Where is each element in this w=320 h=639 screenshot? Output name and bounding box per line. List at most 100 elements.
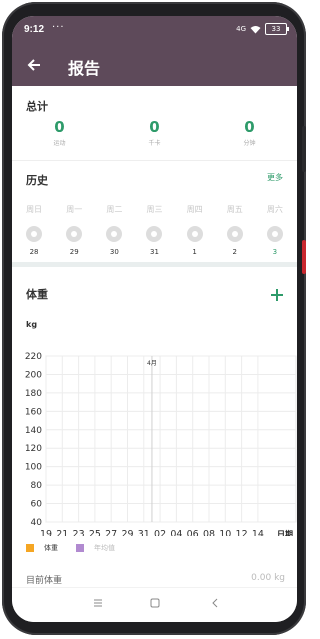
weekday-label: 周二 bbox=[106, 205, 123, 214]
power-button bbox=[302, 240, 306, 274]
weight-title: 体重 bbox=[26, 288, 48, 301]
plus-icon bbox=[271, 289, 283, 301]
wifi-icon bbox=[250, 25, 261, 33]
status-icons: 4G 33 bbox=[236, 23, 289, 35]
history-day[interactable]: 周五 2 bbox=[217, 204, 253, 256]
weekday-label: 周一 bbox=[66, 205, 83, 214]
x-tick-label: 02 bbox=[154, 529, 166, 536]
plot-area bbox=[45, 355, 297, 523]
date-label: 29 bbox=[69, 248, 79, 256]
day-ring-icon bbox=[146, 226, 163, 242]
totals-row: 0 运动 0 千卡 0 分钟 bbox=[12, 118, 297, 147]
arrow-left-icon bbox=[27, 59, 40, 71]
add-weight-button[interactable] bbox=[271, 284, 283, 304]
legend-swatch-weight bbox=[26, 544, 34, 552]
x-tick-label: 21 bbox=[56, 529, 68, 536]
triangle-back-icon bbox=[212, 598, 218, 608]
status-bar: 9:12 ··· 4G 33 bbox=[12, 16, 297, 44]
nav-menu-button[interactable] bbox=[90, 596, 106, 612]
day-ring-icon bbox=[106, 226, 123, 242]
weekday-label: 周四 bbox=[186, 205, 203, 214]
day-ring-icon bbox=[266, 226, 283, 242]
history-title: 历史 bbox=[26, 174, 48, 187]
more-link[interactable]: 更多 bbox=[267, 172, 283, 183]
x-tick-label: 31 bbox=[138, 529, 150, 536]
date-label: 2 bbox=[232, 248, 237, 256]
legend-label-weight: 体重 bbox=[44, 544, 58, 552]
x-tick-label: 12 bbox=[236, 529, 248, 536]
total-kcal: 0 千卡 bbox=[107, 118, 202, 147]
total-minutes: 0 分钟 bbox=[202, 118, 297, 147]
x-tick-label: 14 bbox=[252, 529, 264, 536]
history-day[interactable]: 周四 1 bbox=[177, 204, 213, 256]
x-tick-label: 08 bbox=[203, 529, 215, 536]
nav-home-button[interactable] bbox=[147, 596, 163, 612]
date-label: 28 bbox=[29, 248, 39, 256]
date-label: 1 bbox=[192, 248, 197, 256]
day-ring-icon bbox=[186, 226, 203, 242]
weight-unit: kg bbox=[26, 320, 38, 329]
x-tick-label: 10 bbox=[219, 529, 231, 536]
weekday-label: 周三 bbox=[146, 205, 163, 214]
battery-icon: 33 bbox=[265, 23, 289, 35]
y-tick-label: 100 bbox=[25, 463, 42, 473]
y-tick-label: 160 bbox=[25, 407, 42, 417]
divider bbox=[12, 160, 297, 161]
y-tick-label: 120 bbox=[25, 444, 42, 454]
system-nav-bar bbox=[12, 587, 297, 622]
y-tick-label: 80 bbox=[31, 481, 43, 491]
history-day[interactable]: 周三 31 bbox=[136, 204, 172, 256]
day-ring-icon bbox=[26, 226, 43, 242]
current-weight-value: 0.00 kg bbox=[251, 573, 285, 583]
total-workouts: 0 运动 bbox=[12, 118, 107, 147]
x-tick-label: 29 bbox=[121, 529, 133, 536]
nav-back-button[interactable] bbox=[207, 596, 223, 612]
y-tick-label: 140 bbox=[25, 426, 42, 436]
day-ring-icon bbox=[66, 226, 83, 242]
x-tick-label: 27 bbox=[105, 529, 117, 536]
total-kcal-label: 千卡 bbox=[148, 140, 161, 147]
day-ring-icon bbox=[226, 226, 243, 242]
page-title: 报告 bbox=[68, 59, 101, 78]
app-bar: 报告 bbox=[12, 44, 297, 86]
menu-icon bbox=[94, 599, 102, 607]
legend-label-average: 年均值 bbox=[94, 544, 115, 552]
section-separator bbox=[12, 262, 297, 267]
weight-chart[interactable]: 220 200 180 160 140 120 100 80 60 4019 21 23 25 27 29 3… bbox=[12, 336, 297, 536]
history-day-today[interactable]: 周六 3 bbox=[257, 204, 293, 256]
legend-swatch-average bbox=[76, 544, 84, 552]
totals-title: 总计 bbox=[26, 100, 48, 113]
current-weight-label: 目前体重 bbox=[26, 576, 63, 586]
x-tick-label: 06 bbox=[187, 529, 199, 536]
y-tick-label: 200 bbox=[25, 370, 42, 380]
history-day[interactable]: 周日 28 bbox=[16, 204, 52, 256]
weekday-label: 周日 bbox=[26, 205, 43, 214]
back-button[interactable] bbox=[22, 53, 46, 77]
square-icon bbox=[150, 598, 160, 608]
signal-icon: 4G bbox=[236, 25, 246, 33]
month-marker-label: 4月 bbox=[147, 360, 157, 367]
history-day[interactable]: 周一 29 bbox=[56, 204, 92, 256]
weekday-label: 周六 bbox=[266, 205, 283, 214]
history-days: 周日 28 周一 29 周二 30 周三 31 周四 1 周五 2 周六 3 bbox=[12, 204, 297, 256]
volume-button bbox=[302, 126, 306, 172]
x-tick-label: 04 bbox=[170, 529, 182, 536]
y-tick-label: 220 bbox=[25, 352, 42, 362]
notification-dots: ··· bbox=[52, 22, 65, 33]
date-label: 30 bbox=[109, 248, 119, 256]
status-time: 9:12 bbox=[24, 24, 45, 35]
x-axis-label: 日期 bbox=[277, 529, 293, 536]
y-tick-label: 180 bbox=[25, 389, 42, 399]
battery-level: 33 bbox=[271, 25, 281, 33]
total-workouts-label: 运动 bbox=[53, 140, 66, 147]
history-day[interactable]: 周二 30 bbox=[96, 204, 132, 256]
x-tick-label: 23 bbox=[73, 529, 85, 536]
screen: 9:12 ··· 4G 33 报告 总计 0 运动 0 千卡 0 分钟 历史 更… bbox=[12, 16, 297, 622]
total-kcal-value: 0 bbox=[149, 118, 160, 136]
x-tick-label: 19 bbox=[40, 529, 52, 536]
total-minutes-label: 分钟 bbox=[243, 140, 256, 147]
date-label: 31 bbox=[150, 248, 159, 256]
weekday-label: 周五 bbox=[226, 205, 243, 214]
phone-frame: 9:12 ··· 4G 33 报告 总计 0 运动 0 千卡 0 分钟 历史 更… bbox=[2, 2, 306, 635]
x-tick-label: 25 bbox=[89, 529, 101, 536]
